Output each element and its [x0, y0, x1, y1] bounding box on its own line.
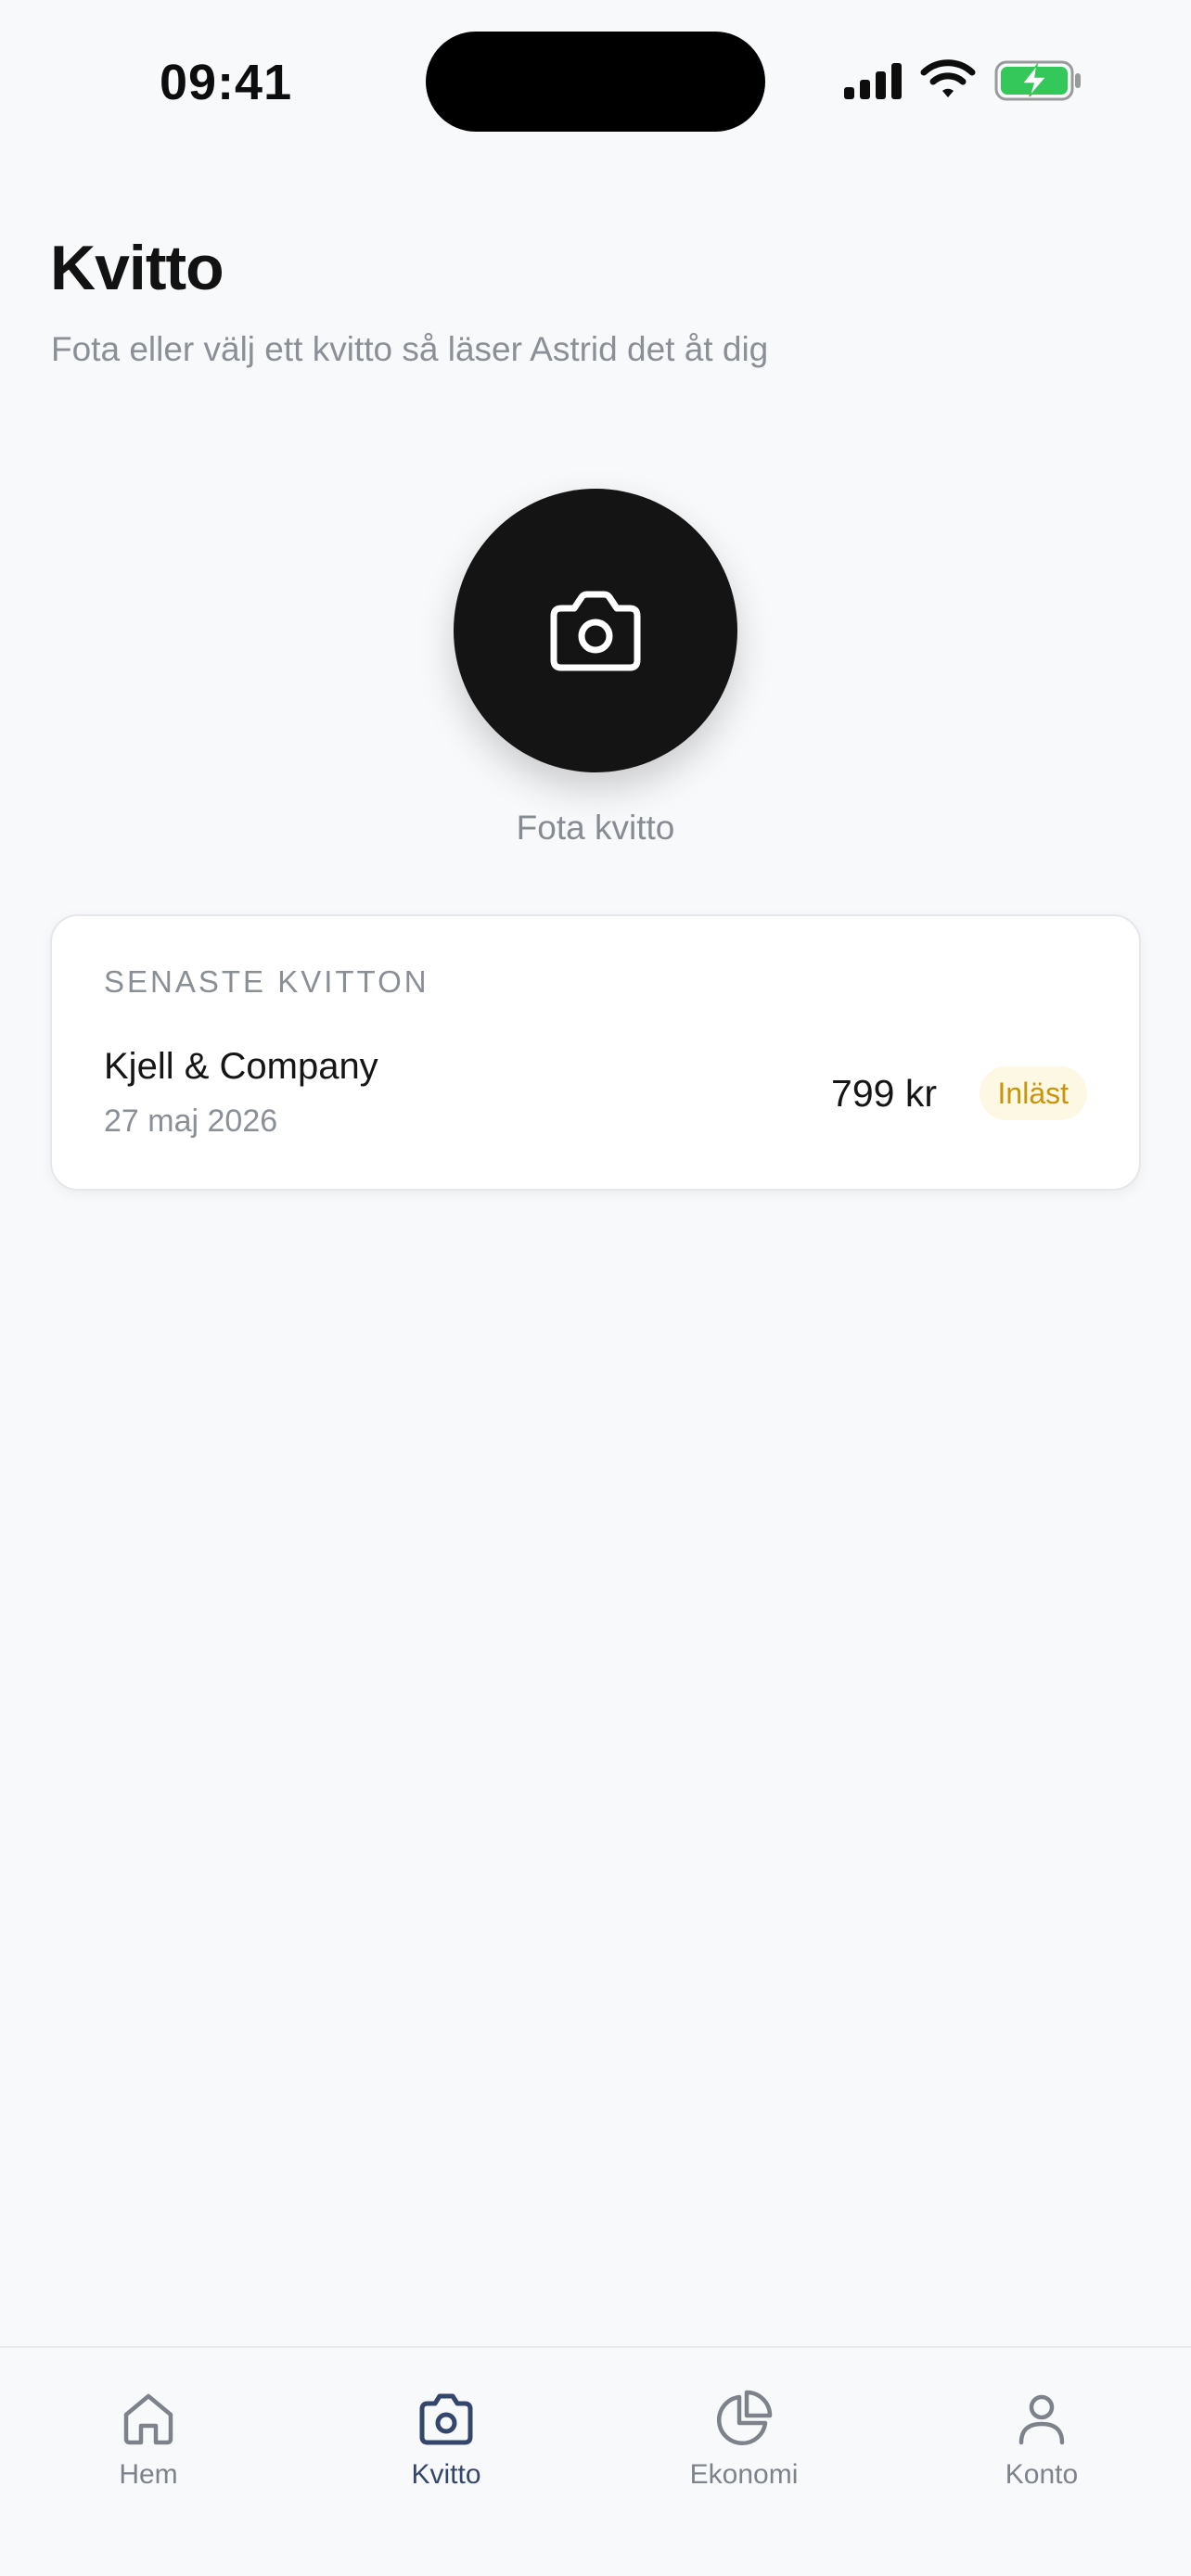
take-photo-label: Fota kvitto [516, 809, 675, 847]
tab-konto[interactable]: Konto [949, 2366, 1134, 2506]
take-photo-button[interactable] [454, 489, 737, 772]
receipt-merchant: Kjell & Company [104, 1046, 378, 1087]
battery-charging-icon [994, 60, 1081, 101]
tab-ekonomi-label: Ekonomi [689, 2459, 799, 2490]
cellular-signal-icon [844, 63, 902, 99]
receipt-list-item[interactable]: Kjell & Company 27 maj 2026 799 kr Inläs… [52, 1046, 1139, 1167]
tab-kvitto[interactable]: Kvitto [353, 2366, 539, 2506]
tab-kvitto-label: Kvitto [411, 2459, 481, 2490]
pie-chart-icon [716, 2390, 773, 2446]
status-bar: 09:41 [0, 0, 1191, 158]
receipt-date: 27 maj 2026 [104, 1103, 278, 1139]
recent-receipts-card: SENASTE KVITTON Kjell & Company 27 maj 2… [50, 914, 1141, 1191]
user-icon [1018, 2394, 1065, 2445]
camera-icon [419, 2393, 473, 2445]
wifi-icon [920, 59, 976, 97]
receipt-status-badge: Inläst [979, 1066, 1087, 1120]
tab-bar: Hem Kvitto Ekonomi Konto [0, 2346, 1191, 2576]
status-time: 09:41 [160, 55, 293, 110]
status-icons [842, 57, 1083, 104]
home-icon [123, 2393, 173, 2445]
dynamic-island [426, 32, 765, 132]
recent-receipts-heading: SENASTE KVITTON [104, 964, 429, 999]
tab-konto-label: Konto [1005, 2459, 1079, 2490]
tab-ekonomi[interactable]: Ekonomi [651, 2366, 837, 2506]
tab-hem-label: Hem [119, 2459, 178, 2490]
tab-hem[interactable]: Hem [56, 2366, 241, 2506]
page-title: Kvitto [50, 233, 224, 303]
receipt-amount: 799 kr [831, 1072, 937, 1115]
page-subtitle: Fota eller välj ett kvitto så läser Astr… [51, 330, 769, 368]
camera-icon [550, 591, 641, 671]
